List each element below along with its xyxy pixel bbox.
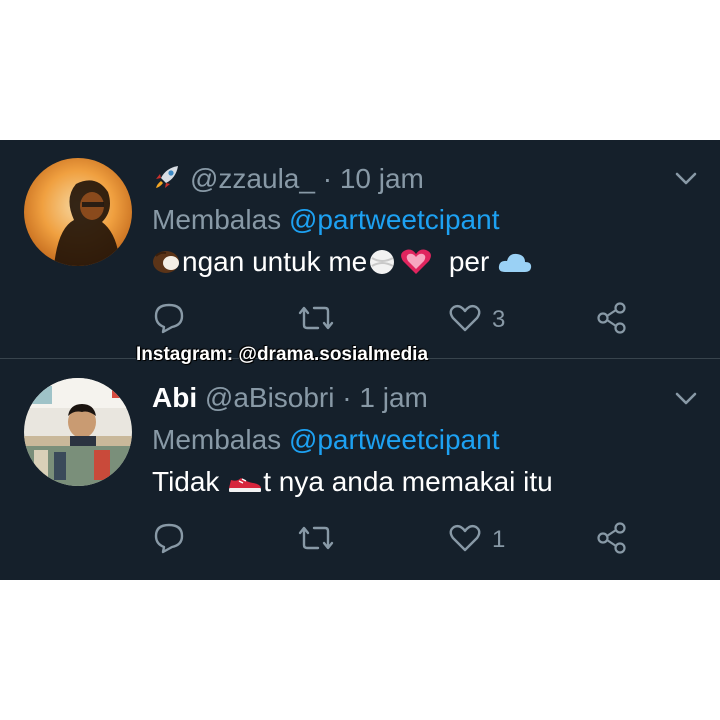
reply-button[interactable] (152, 300, 196, 340)
reply-prefix: Membalas (152, 424, 289, 455)
display-name[interactable]: Abi (152, 382, 197, 413)
tweet-card[interactable]: Abi @aBisobri · 1 jam Membalas @partweet… (0, 360, 720, 580)
handle[interactable]: @aBisobri (205, 382, 335, 413)
reply-button[interactable] (152, 520, 196, 560)
tweet-text-part: Tidak (152, 466, 228, 497)
like-button[interactable]: 1 (448, 520, 505, 560)
retweet-button[interactable] (298, 520, 344, 560)
reply-context: Membalas @partweetcipant (152, 204, 499, 236)
reply-icon (152, 301, 186, 340)
reply-mention-link[interactable]: @partweetcipant (289, 204, 500, 235)
tweet-text-part: t nya anda memakai itu (263, 466, 553, 497)
tweet-actions: 1 (152, 520, 652, 560)
handle[interactable]: @zzaula_ (190, 163, 315, 194)
like-count: 1 (492, 526, 506, 553)
tweet-text-part: ngan untuk me (182, 246, 368, 277)
tweet-text-part: per (448, 246, 490, 277)
reply-icon (152, 521, 186, 560)
timestamp[interactable]: · 10 jam (323, 163, 424, 194)
share-button[interactable] (596, 520, 628, 560)
timeline-panel: @zzaula_ · 10 jam Membalas @partweetcipa… (0, 140, 720, 580)
tweet-text: Tidak t nya anda memakai itu (152, 466, 553, 503)
watermark-text: Instagram: @drama.sosialmedia (136, 344, 429, 365)
reply-mention-link[interactable]: @partweetcipant (289, 424, 500, 455)
rocket-icon (152, 162, 184, 199)
timestamp[interactable]: · 1 jam (342, 382, 428, 413)
reply-prefix: Membalas (152, 204, 289, 235)
tweet-text: ngan untuk me per (152, 246, 533, 283)
share-button[interactable] (596, 300, 628, 340)
like-count: 3 (492, 306, 506, 333)
heart-icon (399, 248, 433, 283)
chevron-down-icon[interactable] (672, 164, 700, 192)
cloud-icon (497, 250, 533, 283)
reply-context: Membalas @partweetcipant (152, 424, 499, 456)
like-button[interactable]: 3 (448, 300, 505, 340)
chevron-down-icon[interactable] (672, 384, 700, 412)
tweet-card[interactable]: @zzaula_ · 10 jam Membalas @partweetcipa… (0, 140, 720, 360)
ball-icon (367, 248, 399, 283)
retweet-button[interactable] (298, 300, 344, 340)
tweet-actions: 3 (152, 300, 652, 340)
share-icon (596, 521, 628, 560)
avatar[interactable] (24, 158, 132, 266)
tweet-header: @zzaula_ · 10 jam (152, 162, 424, 199)
share-icon (596, 301, 628, 340)
retweet-icon (298, 301, 334, 340)
coconut-icon (152, 248, 182, 283)
retweet-icon (298, 521, 334, 560)
avatar[interactable] (24, 378, 132, 486)
heart-outline-icon (448, 302, 482, 339)
heart-outline-icon (448, 522, 482, 559)
tweet-header: Abi @aBisobri · 1 jam (152, 382, 428, 414)
shoe-icon (227, 470, 263, 503)
